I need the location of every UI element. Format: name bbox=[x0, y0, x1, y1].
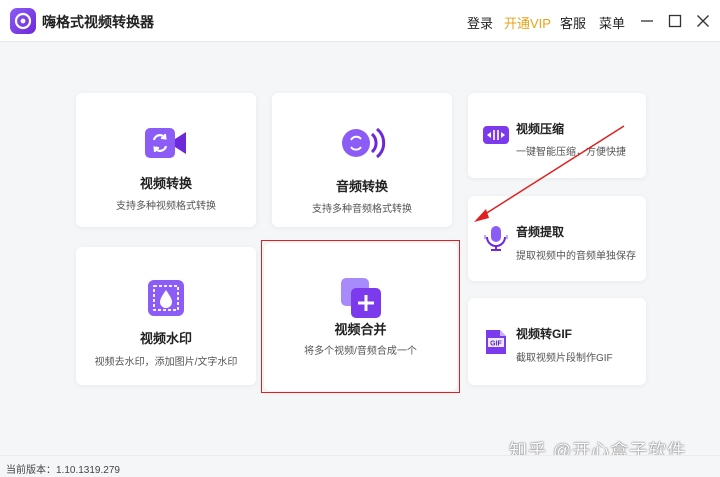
audio-extract-desc: 提取视频中的音频单独保存 bbox=[516, 251, 636, 262]
version-text: 当前版本：1.10.1319.279 bbox=[6, 465, 120, 476]
video-compress-icon bbox=[482, 121, 510, 149]
audio-convert-desc: 支持多种音频格式转换 bbox=[312, 204, 412, 215]
video-merge-title: 视频合并 bbox=[334, 322, 387, 337]
video-convert-title: 视频转换 bbox=[139, 176, 192, 191]
video-merge-desc: 将多个视频/音频合成一个 bbox=[304, 346, 417, 357]
status-bar: 当前版本：1.10.1319.279 bbox=[0, 455, 720, 477]
video-watermark-card[interactable]: 视频水印 视频去水印，添加图片/文字水印 bbox=[76, 247, 256, 385]
video-compress-title: 视频压缩 bbox=[516, 122, 565, 136]
app-logo-icon bbox=[10, 8, 36, 34]
vip-link[interactable]: 开通VIP bbox=[504, 13, 551, 32]
title-bar: 嗨格式视频转换器 登录 开通VIP 客服 菜单 bbox=[0, 0, 720, 42]
service-link[interactable]: 客服 bbox=[560, 13, 586, 32]
video-convert-card[interactable]: 视频转换 支持多种视频格式转换 bbox=[76, 93, 256, 227]
video-watermark-desc: 视频去水印，添加图片/文字水印 bbox=[94, 357, 238, 368]
video-merge-card[interactable]: 视频合并 将多个视频/音频合成一个 bbox=[264, 243, 457, 391]
video-gif-title: 视频转GIF bbox=[516, 327, 572, 341]
audio-convert-card[interactable]: 音频转换 支持多种音频格式转换 bbox=[272, 93, 452, 227]
video-convert-desc: 支持多种视频格式转换 bbox=[116, 201, 216, 212]
video-compress-desc: 一键智能压缩，方便快捷 bbox=[516, 147, 626, 158]
audio-convert-title: 音频转换 bbox=[335, 179, 388, 194]
maximize-button[interactable] bbox=[665, 11, 685, 31]
video-convert-icon bbox=[142, 119, 190, 167]
app-title: 嗨格式视频转换器 bbox=[42, 14, 154, 30]
close-icon bbox=[697, 15, 709, 27]
audio-extract-card[interactable]: 音频提取 提取视频中的音频单独保存 bbox=[468, 196, 646, 281]
merge-icon bbox=[337, 274, 385, 322]
close-button[interactable] bbox=[693, 11, 713, 31]
minimize-icon bbox=[641, 20, 653, 22]
microphone-icon bbox=[482, 224, 510, 252]
watermark-icon bbox=[142, 274, 190, 322]
video-watermark-title: 视频水印 bbox=[139, 331, 192, 346]
video-gif-card[interactable]: GIF 视频转GIF 截取视频片段制作GIF bbox=[468, 298, 646, 385]
maximize-icon bbox=[668, 14, 682, 28]
audio-convert-icon bbox=[338, 119, 386, 167]
minimize-button[interactable] bbox=[637, 11, 657, 31]
audio-extract-title: 音频提取 bbox=[516, 225, 565, 239]
gif-icon: GIF bbox=[482, 328, 510, 356]
video-gif-desc: 截取视频片段制作GIF bbox=[516, 353, 613, 364]
gif-badge: GIF bbox=[490, 341, 502, 348]
login-link[interactable]: 登录 bbox=[467, 13, 493, 32]
video-compress-card[interactable]: 视频压缩 一键智能压缩，方便快捷 bbox=[468, 93, 646, 178]
menu-link[interactable]: 菜单 bbox=[599, 13, 625, 32]
